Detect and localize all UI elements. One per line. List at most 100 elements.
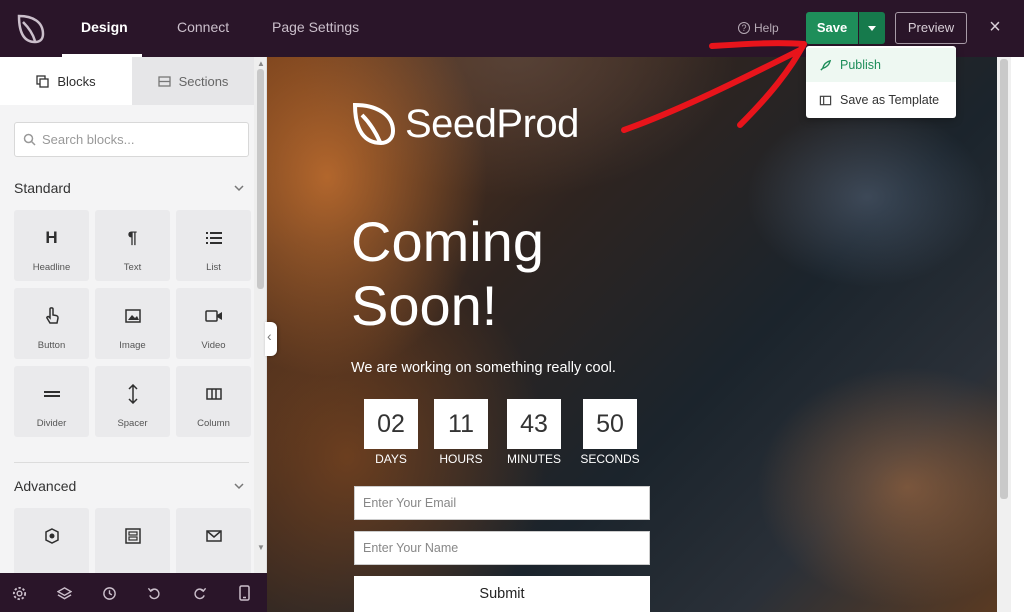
template-icon [818,93,832,107]
publish-menu-item[interactable]: Publish [806,48,956,82]
email-field[interactable]: Enter Your Email [354,486,650,520]
close-icon[interactable]: × [985,15,1005,39]
countdown-seconds-label: SECONDS [580,452,640,466]
countdown-seconds-value: 50 [583,399,637,449]
countdown-minutes-label: MINUTES [507,452,561,466]
divider-icon [14,384,89,404]
block-advanced-2[interactable] [95,508,170,573]
tab-page-settings[interactable]: Page Settings [272,19,359,35]
blocks-icon [36,74,49,88]
block-column[interactable]: Column [176,366,251,437]
bottom-toolbar [0,573,267,612]
save-as-template-label: Save as Template [840,93,940,107]
block-label: Video [201,340,226,351]
canvas-scroll-thumb[interactable] [1000,59,1008,499]
block-headline[interactable]: H Headline [14,210,89,281]
countdown-hours-value: 11 [434,399,488,449]
panel-scrollbar[interactable]: ▲ ▼ [254,57,266,573]
rocket-icon [818,58,832,72]
seedprod-leaf-icon [352,102,396,146]
canvas-scrollbar[interactable] [997,57,1011,612]
save-options-dropdown-toggle[interactable] [859,12,885,44]
column-icon [176,384,251,404]
block-label: Text [123,262,142,273]
settings-icon[interactable] [9,583,29,603]
seedprod-logo-icon[interactable] [13,10,49,46]
panel-scroll-thumb[interactable] [257,69,264,289]
tab-sections[interactable]: Sections [132,57,254,105]
list-icon [176,228,251,248]
publish-label: Publish [840,58,881,72]
group-divider [14,462,249,463]
brand-name: SeedProd [405,101,579,146]
seedprod-brand: SeedProd [351,101,579,147]
page-subtext: We are working on something really cool. [351,360,616,376]
undo-icon[interactable] [144,583,164,603]
block-video[interactable]: Video [176,288,251,359]
countdown-days-label: DAYS [375,452,407,466]
page-preview-canvas[interactable]: SeedProd Coming Soon! We are working on … [267,57,997,612]
save-button[interactable]: Save [806,12,858,44]
countdown-minutes-value: 43 [507,399,561,449]
scroll-up-icon[interactable]: ▲ [257,59,265,68]
save-as-template-menu-item[interactable]: Save as Template [806,83,956,117]
block-advanced-3[interactable] [176,508,251,573]
countdown-hours-label: HOURS [439,452,483,466]
preview-button[interactable]: Preview [895,12,967,44]
headline-line-2: Soon! [351,274,498,337]
blocks-panel: Blocks Sections Search blocks... Standar… [0,57,267,573]
block-button[interactable]: Button [14,288,89,359]
headline-icon: H [45,228,58,247]
headline-line-1: Coming [351,210,544,273]
block-label: Button [37,340,66,351]
pointer-icon [14,306,89,326]
layers-icon[interactable] [54,583,74,603]
block-label: Headline [32,262,71,273]
sections-icon [157,75,171,87]
image-icon [95,306,170,326]
block-label: Column [197,418,230,429]
page-headline: Coming Soon! [351,210,544,338]
badge-icon [14,526,89,546]
collapse-panel-handle[interactable] [265,322,277,356]
block-divider[interactable]: Divider [14,366,89,437]
search-placeholder: Search blocks... [42,132,135,147]
history-icon[interactable] [99,583,119,603]
block-list[interactable]: List [176,210,251,281]
spacer-icon [95,384,170,404]
block-text[interactable]: ¶ Text [95,210,170,281]
form-icon [95,526,170,546]
countdown-days-value: 02 [364,399,418,449]
block-label: Image [119,340,146,351]
name-field[interactable]: Enter Your Name [354,531,650,565]
search-blocks-input[interactable]: Search blocks... [14,122,249,157]
window-edge [1011,57,1024,612]
mobile-icon[interactable] [234,583,254,603]
tab-connect[interactable]: Connect [177,19,229,35]
redo-icon[interactable] [189,583,209,603]
paragraph-icon: ¶ [127,228,138,247]
search-icon [23,133,36,146]
video-icon [176,306,251,326]
scroll-down-icon[interactable]: ▼ [257,543,265,552]
tab-sections-label: Sections [178,73,229,89]
tab-blocks[interactable]: Blocks [0,57,132,105]
block-label: Spacer [117,418,148,429]
tab-blocks-label: Blocks [57,73,96,89]
mail-icon [176,526,251,546]
tab-design[interactable]: Design [81,19,128,35]
help-link[interactable]: ? Help [738,21,779,35]
block-spacer[interactable]: Spacer [95,366,170,437]
chevron-down-icon[interactable] [233,182,245,194]
block-advanced-1[interactable] [14,508,89,573]
chevron-down-icon[interactable] [233,480,245,492]
standard-group-title: Standard [14,180,71,196]
block-label: Divider [36,418,67,429]
help-label: Help [754,21,779,35]
advanced-group-title: Advanced [14,478,77,494]
block-image[interactable]: Image [95,288,170,359]
help-icon: ? [738,22,750,34]
save-options-menu: Publish Save as Template [806,46,956,118]
block-label: List [206,262,221,273]
submit-button[interactable]: Submit [354,576,650,612]
